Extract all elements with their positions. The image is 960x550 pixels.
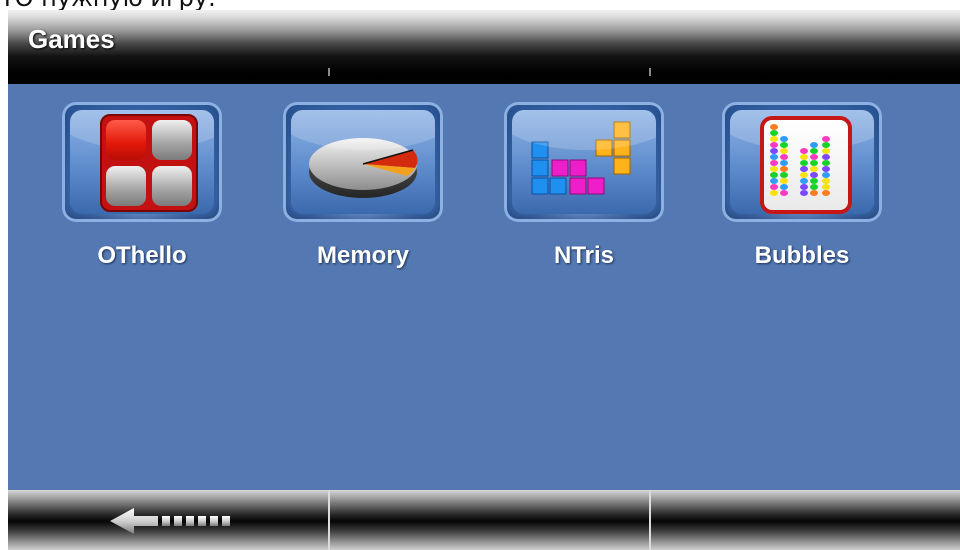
bubble	[780, 148, 788, 154]
bubble	[780, 142, 788, 148]
bubble	[770, 190, 778, 196]
bubble	[800, 148, 808, 154]
toolbar-button-middle[interactable]	[330, 490, 649, 550]
bubble	[810, 190, 818, 196]
page-title: Games	[28, 24, 115, 54]
games-grid: OThello Memory NTris Bubbles	[8, 84, 960, 490]
bubble	[770, 166, 778, 172]
bubble	[800, 154, 808, 160]
bubble	[770, 136, 778, 142]
bubble	[810, 184, 818, 190]
bubble	[770, 130, 778, 136]
game-label-ntris: NTris	[553, 242, 615, 269]
game-icon-frame	[722, 102, 882, 222]
bubble	[780, 136, 788, 142]
bubble	[822, 154, 830, 160]
game-icon-frame	[283, 102, 443, 222]
app-window: Games OThello Memory NTris Bubbles	[8, 10, 960, 550]
bubble	[780, 160, 788, 166]
bubble	[800, 190, 808, 196]
bubble	[810, 148, 818, 154]
memory-pie-icon	[291, 110, 435, 214]
bubble	[770, 124, 778, 130]
bubble	[810, 166, 818, 172]
bubble	[770, 184, 778, 190]
back-button[interactable]	[8, 490, 328, 550]
title-bar-divider	[328, 68, 330, 76]
title-bar-divider	[649, 68, 651, 76]
bubble	[822, 178, 830, 184]
bubble	[800, 166, 808, 172]
bubble	[780, 172, 788, 178]
ntris-blocks-icon	[512, 110, 656, 214]
bubble	[770, 154, 778, 160]
page-caption: ТО нужную игру.	[0, 0, 216, 10]
game-label-bubbles: Bubbles	[754, 242, 850, 269]
bubble	[822, 142, 830, 148]
bubble	[822, 160, 830, 166]
bubble	[810, 142, 818, 148]
othello-icon	[70, 110, 214, 214]
bubble	[780, 178, 788, 184]
bubble	[780, 184, 788, 190]
back-arrow-icon	[110, 508, 230, 534]
bubble	[822, 136, 830, 142]
bubble	[800, 184, 808, 190]
bubble	[770, 160, 778, 166]
bubble	[800, 178, 808, 184]
bubble	[770, 172, 778, 178]
title-bar: Games	[8, 10, 960, 76]
bubble	[810, 172, 818, 178]
bubble	[810, 160, 818, 166]
bubble	[780, 166, 788, 172]
bubble	[810, 154, 818, 160]
bubble	[780, 154, 788, 160]
bubble	[822, 172, 830, 178]
bubble	[770, 178, 778, 184]
bubble	[822, 148, 830, 154]
bubbles-icon	[730, 110, 874, 214]
toolbar-button-right[interactable]	[651, 490, 960, 550]
game-icon-frame	[62, 102, 222, 222]
bubble	[780, 190, 788, 196]
bottom-toolbar	[8, 490, 960, 550]
bubble	[810, 178, 818, 184]
bubble	[800, 160, 808, 166]
game-label-othello: OThello	[97, 242, 187, 269]
game-label-memory: Memory	[316, 242, 410, 269]
bubble	[822, 166, 830, 172]
bubble	[822, 190, 830, 196]
bubble	[822, 184, 830, 190]
bubble	[770, 142, 778, 148]
bubble	[770, 148, 778, 154]
game-icon-frame	[504, 102, 664, 222]
bubble	[800, 172, 808, 178]
